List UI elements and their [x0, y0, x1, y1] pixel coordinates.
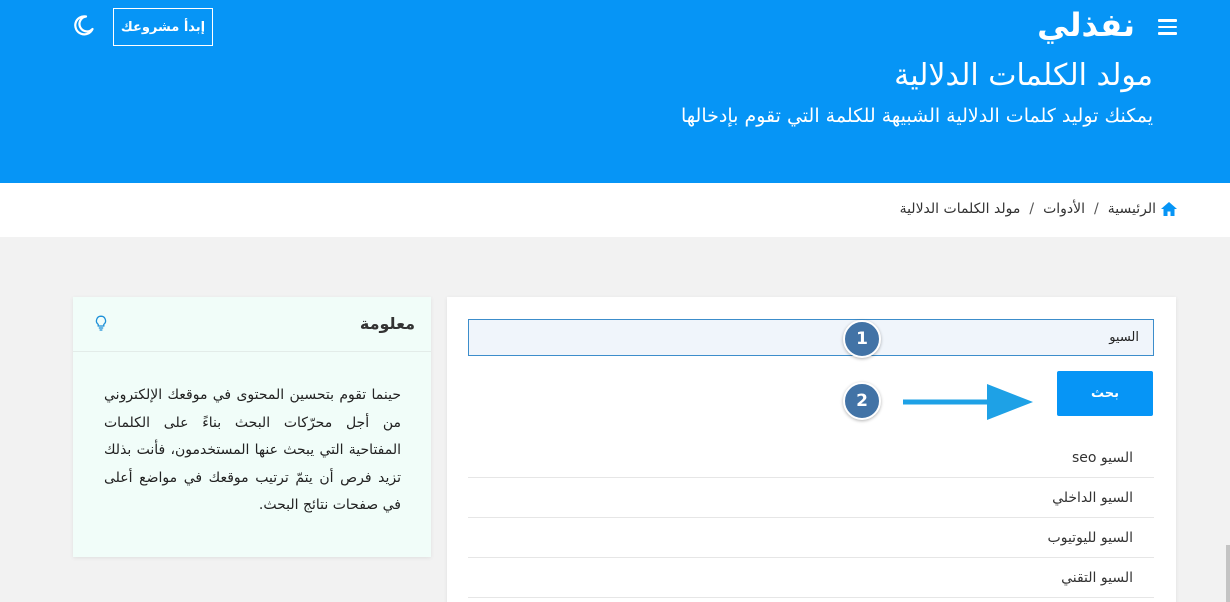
- moon-icon[interactable]: [73, 14, 95, 36]
- page-subtitle: يمكنك توليد كلمات الدلالية الشبيهة للكلم…: [681, 105, 1153, 127]
- logo[interactable]: نفذلي: [1037, 6, 1135, 44]
- info-text: حينما تقوم بتحسين المحتوى في موقعك الإلك…: [104, 387, 401, 513]
- page-title: مولد الكلمات الدلالية: [894, 58, 1153, 93]
- results-list: السيو seo السيو الداخلي السيو لليوتيوب ا…: [468, 438, 1154, 598]
- breadcrumb-current: مولد الكلمات الدلالية: [899, 201, 1021, 217]
- start-project-button[interactable]: إبدأ مشروعك: [113, 8, 213, 46]
- annotation-marker-1: 1: [843, 320, 881, 358]
- scrollbar[interactable]: [1226, 545, 1230, 602]
- lightbulb-icon: [95, 315, 107, 331]
- header: نفذلي إبدأ مشروعك مولد الكلمات الدلالية …: [0, 0, 1230, 183]
- breadcrumb: الرئيسية / الأدوات / مولد الكلمات الدلال…: [900, 201, 1178, 217]
- result-item[interactable]: السيو التقني: [468, 558, 1154, 598]
- search-button[interactable]: بحث: [1057, 371, 1153, 416]
- breadcrumb-separator: /: [1029, 201, 1035, 217]
- breadcrumb-separator: /: [1094, 201, 1099, 217]
- info-header: معلومة: [73, 297, 431, 352]
- breadcrumb-home[interactable]: الرئيسية: [1108, 201, 1156, 217]
- home-icon[interactable]: [1160, 201, 1178, 217]
- breadcrumb-bar: الرئيسية / الأدوات / مولد الكلمات الدلال…: [0, 183, 1230, 237]
- annotation-arrow-icon: [903, 384, 1033, 420]
- keyword-input[interactable]: [468, 319, 1154, 356]
- info-title: معلومة: [359, 314, 415, 333]
- annotation-marker-2: 2: [843, 382, 881, 420]
- result-item[interactable]: السيو الداخلي: [468, 478, 1154, 518]
- keyword-tool-card: بحث السيو seo السيو الداخلي السيو لليوتي…: [447, 297, 1176, 602]
- info-card: معلومة حينما تقوم بتحسين المحتوى في موقع…: [73, 297, 431, 557]
- result-item[interactable]: السيو لليوتيوب: [468, 518, 1154, 558]
- result-item[interactable]: السيو seo: [468, 438, 1154, 478]
- breadcrumb-tools[interactable]: الأدوات: [1043, 201, 1085, 217]
- menu-icon[interactable]: [1158, 19, 1177, 35]
